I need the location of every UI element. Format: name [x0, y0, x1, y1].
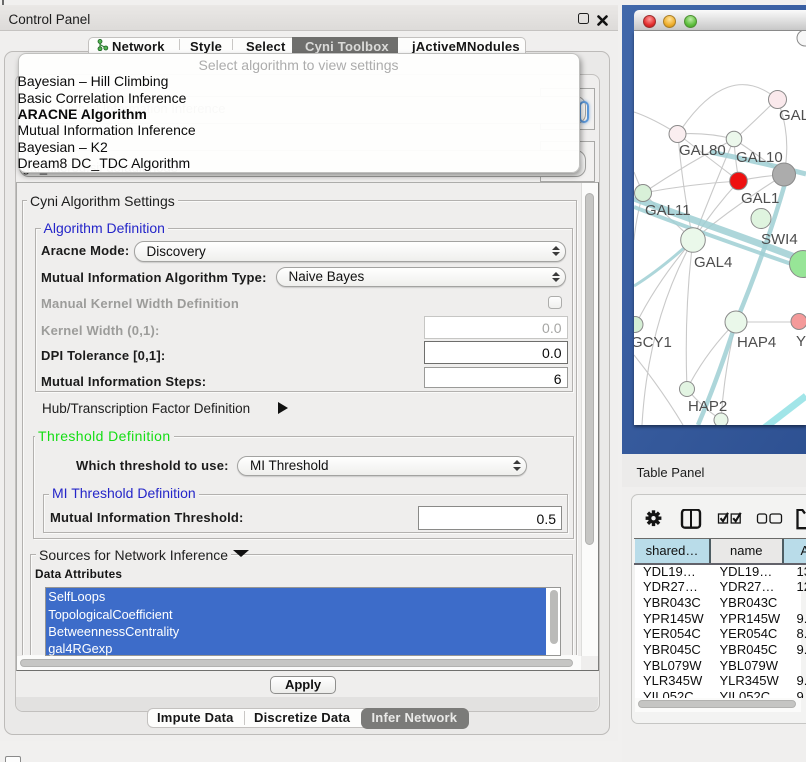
svg-text:GAL10: GAL10 — [736, 149, 783, 166]
svg-text:GAL4: GAL4 — [694, 254, 732, 271]
svg-text:GAL1: GAL1 — [741, 190, 779, 207]
svg-text:HAP4: HAP4 — [737, 334, 776, 351]
svg-text:HAP2: HAP2 — [688, 398, 727, 415]
svg-text:GAL: GAL — [779, 107, 806, 124]
svg-text:GCY1: GCY1 — [634, 334, 672, 351]
svg-text:Y: Y — [796, 333, 806, 350]
svg-text:GAL11: GAL11 — [645, 202, 691, 219]
svg-text:SWI4: SWI4 — [761, 231, 798, 248]
svg-text:GAL80: GAL80 — [679, 142, 726, 159]
